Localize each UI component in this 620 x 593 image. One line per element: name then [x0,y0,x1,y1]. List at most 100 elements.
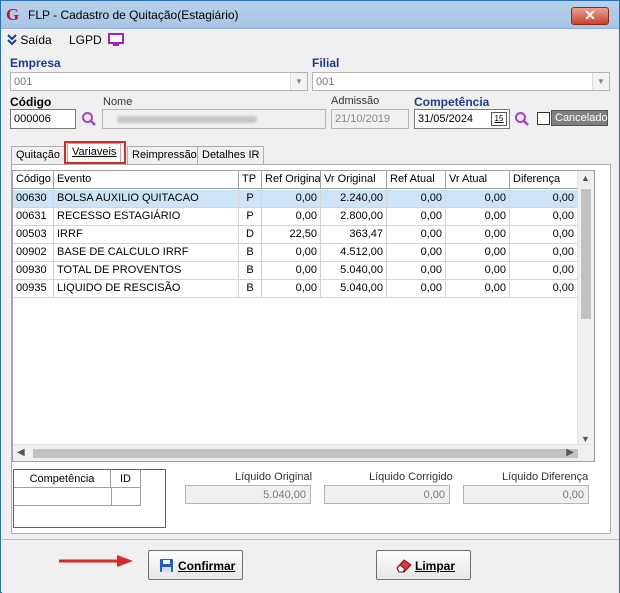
horizontal-scrollbar[interactable]: ◀ ▶ [13,444,594,461]
table-row[interactable]: 00503 IRRF D 22,50 363,47 0,00 0,00 0,00 [13,226,578,244]
cell-tp: B [239,244,262,262]
tab-reimpressao-label: Reimpressão [132,149,197,161]
filial-label: Filial [312,56,340,70]
eraser-icon [396,559,412,573]
cell-ref-original: 22,50 [262,226,321,244]
cell-evento: IRRF [54,226,239,244]
exit-arrow-icon [7,34,17,46]
calendar-icon[interactable]: 15 [491,112,507,126]
chevron-down-icon[interactable]: ▼ [592,73,609,90]
liquido-diferenca-field: 0,00 [463,485,589,504]
cell-diferenca: 0,00 [510,280,578,298]
scroll-thumb[interactable] [33,449,578,458]
cell-divider [111,488,112,506]
competencia-id-grid[interactable]: Competência ID [13,469,166,528]
table-row[interactable]: 00930 TOTAL DE PROVENTOS B 0,00 5.040,00… [13,262,578,280]
cell-ref-atual: 0,00 [387,280,446,298]
menu-lgpd[interactable]: LGPD [69,33,125,47]
limpar-button[interactable]: Limpar [376,550,471,580]
competencia-label: Competência [414,95,490,109]
tab-detalhes-ir[interactable]: Detalhes IR [197,146,265,165]
cell-ref-atual: 0,00 [387,208,446,226]
menu-saida-label: Saída [20,33,52,47]
limpar-label: Limpar [415,559,456,573]
cell-codigo: 00902 [13,244,54,262]
col-header[interactable]: Ref Original [262,171,321,189]
table-row[interactable]: 00935 LIQUIDO DE RESCISÃO B 0,00 5.040,0… [13,280,578,298]
tab-quitacao-label: Quitação [16,149,61,161]
admissao-value: 21/10/2019 [335,113,391,125]
cell-diferenca: 0,00 [510,262,578,280]
main-window: G FLP - Cadastro de Quitação(Estagiário)… [0,0,620,593]
menu-saida[interactable]: Saída [7,33,52,47]
monitor-icon [108,33,125,46]
codigo-input[interactable]: 000006 [10,109,76,129]
empresa-select[interactable]: 001 ▼ [10,72,308,91]
app-logo-icon: G [6,5,20,24]
col-header[interactable]: Diferença [510,171,578,189]
scroll-thumb[interactable] [581,189,591,319]
cell-vr-atual: 0,00 [446,190,510,208]
scroll-right-icon[interactable]: ▶ [566,447,574,458]
cell-ref-atual: 0,00 [387,262,446,280]
cell-tp: P [239,190,262,208]
empresa-value: 001 [14,76,33,88]
competencia-date-input[interactable]: 31/05/2024 15 [414,109,510,129]
col-header[interactable]: TP [239,171,262,189]
col-header[interactable]: Ref Atual [387,171,446,189]
cell-codigo: 00930 [13,262,54,280]
empresa-label: Empresa [10,56,61,70]
col-header[interactable]: ID [111,470,141,488]
codigo-value: 000006 [14,113,51,125]
cell-ref-original: 0,00 [262,262,321,280]
close-button[interactable]: ✕ [571,7,609,25]
save-disk-icon [160,559,173,572]
admissao-label: Admissão [331,95,380,107]
tab-detalhes-ir-label: Detalhes IR [202,149,260,161]
cell-vr-atual: 0,00 [446,262,510,280]
cell-codigo: 00631 [13,208,54,226]
cell-codigo: 00935 [13,280,54,298]
table-row[interactable]: 00902 BASE DE CALCULO IRRF B 0,00 4.512,… [13,244,578,262]
events-grid[interactable]: Código Evento TP Ref Original Vr Origina… [12,170,595,462]
cancelado-checkbox[interactable] [537,112,550,125]
tab-reimpressao[interactable]: Reimpressão [127,146,202,165]
col-header[interactable]: Competência [14,470,111,488]
scroll-up-icon[interactable]: ▲ [581,173,590,183]
cell-evento: TOTAL DE PROVENTOS [54,262,239,280]
liquido-corrigido-field: 0,00 [324,485,450,504]
scroll-down-icon[interactable]: ▼ [581,434,590,444]
vertical-scrollbar[interactable]: ▲ ▼ [577,171,594,446]
cell-vr-atual: 0,00 [446,280,510,298]
confirmar-button[interactable]: Confirmar [148,550,243,580]
cell-tp: D [239,226,262,244]
col-header[interactable]: Vr Original [321,171,387,189]
table-row[interactable]: 00631 RECESSO ESTAGIÁRIO P 0,00 2.800,00… [13,208,578,226]
cell-diferenca: 0,00 [510,226,578,244]
cell-vr-atual: 0,00 [446,208,510,226]
filial-select[interactable]: 001 ▼ [312,72,610,91]
confirmar-label: Confirmar [178,559,236,573]
grid-header: Código Evento TP Ref Original Vr Origina… [13,171,578,189]
search-icon[interactable] [81,111,97,127]
chevron-down-icon[interactable]: ▼ [290,73,307,90]
table-row[interactable]: 00630 BOLSA AUXILIO QUITACAO P 0,00 2.24… [13,190,578,208]
tab-quitacao[interactable]: Quitação [11,146,66,165]
cell-vr-original: 2.800,00 [321,208,387,226]
cell-codigo: 00630 [13,190,54,208]
cell-vr-original: 2.240,00 [321,190,387,208]
cell-ref-original: 0,00 [262,208,321,226]
nome-field [102,109,326,129]
cell-tp: P [239,208,262,226]
codigo-label: Código [10,95,52,109]
cancelado-label: Cancelado [551,110,608,126]
cell-codigo: 00503 [13,226,54,244]
redacted-name [117,116,257,123]
col-header[interactable]: Vr Atual [446,171,510,189]
cell-vr-original: 363,47 [321,226,387,244]
col-header[interactable]: Evento [54,171,239,189]
col-header[interactable]: Código [13,171,54,189]
window-title: FLP - Cadastro de Quitação(Estagiário) [28,8,239,22]
search-icon[interactable] [514,111,530,127]
scroll-left-icon[interactable]: ◀ [17,447,25,458]
